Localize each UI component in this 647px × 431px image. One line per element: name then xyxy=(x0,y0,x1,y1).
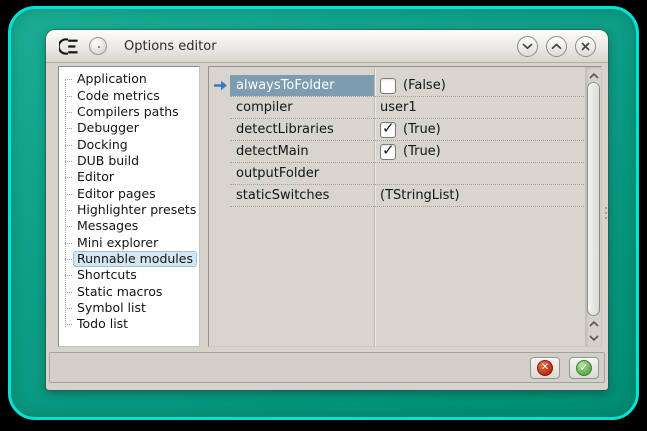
property-value-cell[interactable] xyxy=(374,163,584,184)
sidebar-item-static-macros[interactable]: Static macros xyxy=(59,283,199,299)
property-checkbox[interactable] xyxy=(380,122,396,138)
sidebar-item-label: Editor xyxy=(73,169,118,185)
scroll-up-icon xyxy=(589,321,599,327)
property-value-cell[interactable]: (False) xyxy=(374,75,584,96)
property-name-cell[interactable]: outputFolder xyxy=(230,163,374,184)
sidebar-item-label: Shortcuts xyxy=(73,267,141,283)
chevron-down-icon xyxy=(522,43,533,50)
sidebar-item-highlighter-presets[interactable]: Highlighter presets xyxy=(59,202,199,218)
sidebar-item-label: Messages xyxy=(73,218,142,234)
property-checkbox[interactable] xyxy=(380,144,396,160)
property-grid: alwaysToFolder (False) compiler user1 de… xyxy=(208,66,602,347)
property-name-cell[interactable]: detectMain xyxy=(230,141,374,162)
window-edge-grip[interactable] xyxy=(605,207,607,219)
property-row-detectmain: detectMain (True) xyxy=(230,141,584,163)
window-menu-button[interactable] xyxy=(89,37,107,55)
property-checkbox[interactable] xyxy=(380,78,396,94)
sidebar-item-application[interactable]: Application xyxy=(59,71,199,87)
property-value-text: (True) xyxy=(403,144,441,159)
sidebar-item-editor[interactable]: Editor xyxy=(59,169,199,185)
property-row-outputfolder: outputFolder xyxy=(230,163,584,185)
property-name-cell[interactable]: alwaysToFolder xyxy=(230,75,374,96)
property-value-cell[interactable]: (True) xyxy=(374,119,584,140)
property-value-cell[interactable]: (TStringList) xyxy=(374,185,584,206)
ok-icon: ✓ xyxy=(576,360,592,376)
property-name-cell[interactable]: staticSwitches xyxy=(230,185,374,206)
sidebar-item-dub-build[interactable]: DUB build xyxy=(59,153,199,169)
coedit-logo-icon xyxy=(59,38,80,55)
property-value-cell[interactable]: (True) xyxy=(374,141,584,162)
sidebar-item-label: Docking xyxy=(73,137,132,153)
scrollbar-thumb[interactable] xyxy=(587,82,600,316)
property-value-text: (False) xyxy=(403,78,446,93)
property-row-staticswitches: staticSwitches (TStringList) xyxy=(230,185,584,207)
sidebar-item-code-metrics[interactable]: Code metrics xyxy=(59,87,199,103)
sidebar-item-symbol-list[interactable]: Symbol list xyxy=(59,300,199,316)
property-name-cell[interactable]: detectLibraries xyxy=(230,119,374,140)
sidebar-item-mini-explorer[interactable]: Mini explorer xyxy=(59,234,199,250)
sidebar-item-shortcuts[interactable]: Shortcuts xyxy=(59,267,199,283)
property-value-text: user1 xyxy=(380,100,417,115)
selected-row-arrow-icon xyxy=(213,80,228,91)
categories-panel: ApplicationCode metricsCompilers pathsDe… xyxy=(58,66,200,347)
sidebar-item-label: Symbol list xyxy=(73,300,150,316)
accept-button[interactable]: ✓ xyxy=(569,357,599,379)
chevron-up-icon xyxy=(551,43,562,50)
categories-list: ApplicationCode metricsCompilers pathsDe… xyxy=(59,71,199,346)
window-title: Options editor xyxy=(124,39,217,54)
property-value-text: (True) xyxy=(403,122,441,137)
property-value-text: (TStringList) xyxy=(380,188,460,203)
property-row-detectlibraries: detectLibraries (True) xyxy=(230,119,584,141)
grid-rows: alwaysToFolder (False) compiler user1 de… xyxy=(230,75,584,207)
sidebar-item-debugger[interactable]: Debugger xyxy=(59,120,199,136)
maximize-button[interactable] xyxy=(546,36,567,57)
sidebar-item-messages[interactable]: Messages xyxy=(59,218,199,234)
property-row-alwaystofolder: alwaysToFolder (False) xyxy=(230,75,584,97)
minimize-button[interactable] xyxy=(517,36,538,57)
sidebar-item-label: Compilers paths xyxy=(73,104,183,120)
sidebar-item-label: Code metrics xyxy=(73,88,164,104)
property-row-compiler: compiler user1 xyxy=(230,97,584,119)
sidebar-item-label: DUB build xyxy=(73,153,143,169)
sidebar-item-label: Debugger xyxy=(73,120,143,136)
scroll-down-icon xyxy=(589,335,599,341)
sidebar-item-todo-list[interactable]: Todo list xyxy=(59,316,199,332)
options-editor-window: Options editor ApplicationCode metricsCo… xyxy=(46,30,608,390)
sidebar-item-label: Runnable modules xyxy=(73,251,197,267)
scroll-up-button[interactable] xyxy=(587,69,601,82)
window-buttons xyxy=(509,36,596,57)
sidebar-item-label: Todo list xyxy=(73,316,132,332)
cancel-icon: ✕ xyxy=(537,360,553,376)
close-icon xyxy=(581,42,590,51)
scroll-up-button-bottom[interactable] xyxy=(587,317,601,330)
scroll-up-icon xyxy=(589,73,599,79)
cancel-button[interactable]: ✕ xyxy=(530,357,560,379)
property-name-cell[interactable]: compiler xyxy=(230,97,374,118)
sidebar-item-label: Mini explorer xyxy=(73,235,162,251)
sidebar-item-runnable-modules[interactable]: Runnable modules xyxy=(59,251,199,267)
sidebar-item-label: Application xyxy=(73,71,151,87)
scroll-down-button[interactable] xyxy=(587,331,601,344)
sidebar-item-docking[interactable]: Docking xyxy=(59,136,199,152)
bottom-button-bar: ✕ ✓ xyxy=(49,352,605,383)
sidebar-item-label: Highlighter presets xyxy=(73,202,200,218)
property-value-cell[interactable]: user1 xyxy=(374,97,584,118)
sidebar-item-label: Static macros xyxy=(73,284,166,300)
sidebar-item-label: Editor pages xyxy=(73,186,160,202)
sidebar-item-compilers-paths[interactable]: Compilers paths xyxy=(59,104,199,120)
vertical-scrollbar[interactable] xyxy=(585,67,601,346)
close-button[interactable] xyxy=(575,36,596,57)
sidebar-item-editor-pages[interactable]: Editor pages xyxy=(59,185,199,201)
titlebar[interactable]: Options editor xyxy=(46,30,608,63)
